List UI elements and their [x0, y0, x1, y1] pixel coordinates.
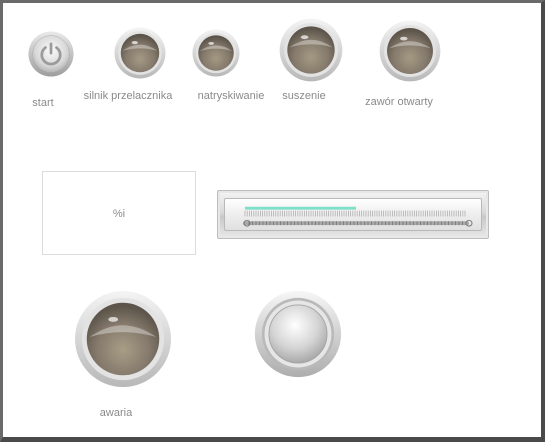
- zawor-indicator-lamp: [379, 20, 441, 82]
- panel-frame: start silnik przelacznika natryskiwanie …: [0, 0, 545, 442]
- suszenie-label: suszenie: [282, 90, 326, 102]
- value-display-text: %i: [112, 208, 126, 220]
- zawor-label: zawór otwarty: [365, 96, 433, 108]
- reset-button[interactable]: [254, 290, 342, 378]
- silnik-label: silnik przelacznika: [83, 90, 173, 102]
- level-fill: [245, 206, 356, 210]
- start-label: start: [32, 97, 54, 109]
- level-ticks: [244, 210, 466, 217]
- level-bar: [217, 190, 489, 239]
- suszenie-indicator-lamp: [279, 18, 343, 82]
- value-display: %i: [42, 171, 196, 255]
- level-bar-track: [224, 198, 482, 231]
- natryskiwanie-indicator-lamp: [192, 29, 240, 77]
- start-button[interactable]: [28, 31, 74, 77]
- natryskiwanie-label: natryskiwanie: [197, 90, 265, 102]
- silnik-indicator-lamp: [114, 27, 166, 79]
- awaria-indicator-lamp: [74, 290, 172, 388]
- awaria-label: awaria: [99, 407, 133, 419]
